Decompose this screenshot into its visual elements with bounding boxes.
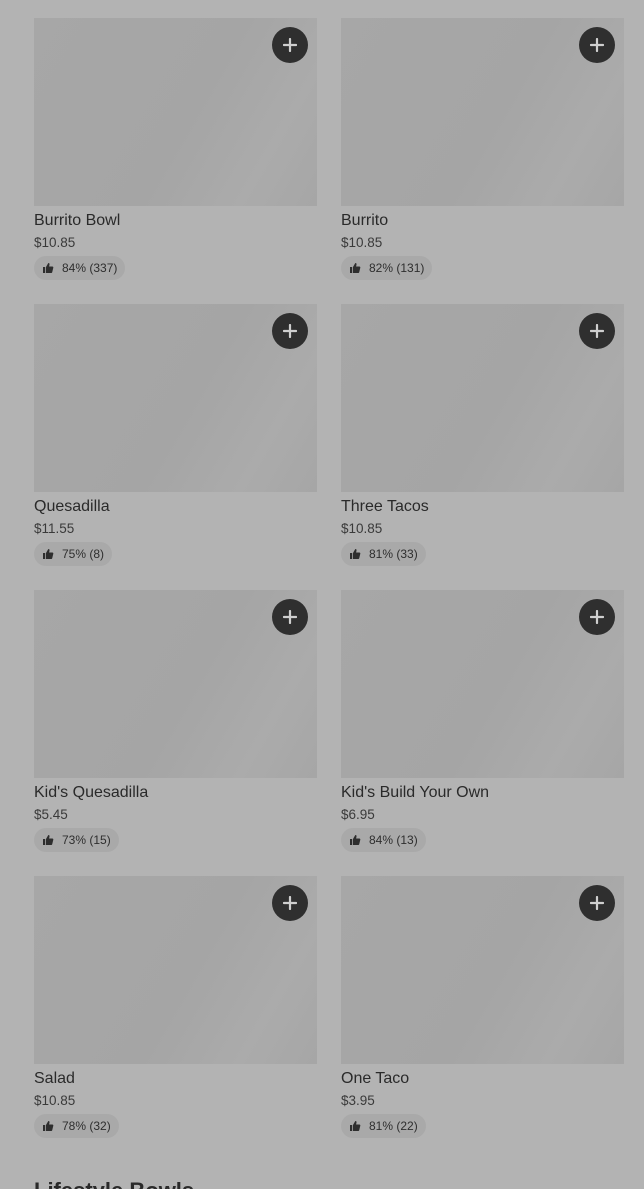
item-price: $10.85 (341, 235, 383, 250)
rating-badge: 73% (15) (34, 828, 119, 852)
rating-text: 78% (32) (62, 1119, 111, 1133)
rating-badge: 84% (13) (341, 828, 426, 852)
menu-item-card[interactable]: Quesadilla $11.55 75% (8) (34, 304, 317, 566)
rating-badge: 84% (337) (34, 256, 126, 280)
rating-badge: 81% (22) (341, 1114, 426, 1138)
item-image (34, 18, 317, 206)
plus-icon (283, 324, 297, 338)
plus-icon (590, 610, 604, 624)
item-price: $10.85 (34, 235, 76, 250)
item-image (34, 304, 317, 492)
thumbs-up-icon (43, 549, 54, 559)
thumbs-up-icon (350, 263, 361, 273)
item-price: $6.95 (341, 807, 375, 822)
item-name: Burrito (341, 212, 389, 229)
item-name: Kid's Quesadilla (34, 784, 149, 801)
item-name: Burrito Bowl (34, 212, 121, 229)
item-price: $10.85 (341, 521, 383, 536)
add-item-button[interactable] (579, 599, 615, 635)
rating-badge: 82% (131) (341, 256, 433, 280)
menu-item-card[interactable]: Kid's Quesadilla $5.45 73% (15) (34, 590, 317, 852)
thumbs-up-icon (350, 1121, 361, 1131)
rating-text: 73% (15) (62, 833, 111, 847)
plus-icon (590, 38, 604, 52)
plus-icon (283, 38, 297, 52)
item-price: $5.45 (34, 807, 68, 822)
item-name: Three Tacos (341, 498, 429, 515)
add-item-button[interactable] (272, 27, 308, 63)
thumbs-up-icon (43, 1121, 54, 1131)
item-image (341, 590, 624, 778)
item-name: Kid's Build Your Own (341, 784, 490, 801)
menu-item-card[interactable]: Salad $10.85 78% (32) (34, 876, 317, 1138)
item-image (34, 590, 317, 778)
item-image (341, 876, 624, 1064)
add-item-button[interactable] (579, 27, 615, 63)
item-name: Salad (34, 1070, 75, 1087)
rating-text: 81% (22) (369, 1119, 418, 1133)
item-price: $11.55 (34, 521, 75, 536)
item-price: $3.95 (341, 1093, 375, 1108)
rating-badge: 75% (8) (34, 542, 113, 566)
plus-icon (590, 896, 604, 910)
section-heading: Lifestyle Bowls (34, 1178, 194, 1189)
thumbs-up-icon (350, 549, 361, 559)
add-item-button[interactable] (272, 313, 308, 349)
thumbs-up-icon (43, 835, 54, 845)
menu-item-card[interactable]: Burrito Bowl $10.85 84% (337) (34, 18, 317, 280)
plus-icon (283, 610, 297, 624)
menu-item-card[interactable]: Three Tacos $10.85 81% (33) (341, 304, 624, 566)
item-image (341, 18, 624, 206)
rating-text: 82% (131) (369, 261, 425, 275)
add-item-button[interactable] (579, 313, 615, 349)
rating-text: 84% (337) (62, 261, 118, 275)
item-name: Quesadilla (34, 498, 110, 515)
rating-badge: 78% (32) (34, 1114, 119, 1138)
menu-page: Burrito Bowl $10.85 84% (337) Burrito $1… (0, 0, 644, 1189)
thumbs-up-icon (43, 263, 54, 273)
rating-text: 75% (8) (62, 547, 105, 561)
menu-item-grid: Burrito Bowl $10.85 84% (337) Burrito $1… (34, 18, 624, 1138)
item-image (34, 876, 317, 1064)
rating-text: 81% (33) (369, 547, 418, 561)
plus-icon (283, 896, 297, 910)
item-name: One Taco (341, 1070, 410, 1087)
plus-icon (590, 324, 604, 338)
menu-item-card[interactable]: One Taco $3.95 81% (22) (341, 876, 624, 1138)
thumbs-up-icon (350, 835, 361, 845)
add-item-button[interactable] (579, 885, 615, 921)
menu-item-card[interactable]: Kid's Build Your Own $6.95 84% (13) (341, 590, 624, 852)
menu-item-card[interactable]: Burrito $10.85 82% (131) (341, 18, 624, 280)
add-item-button[interactable] (272, 885, 308, 921)
item-price: $10.85 (34, 1093, 76, 1108)
rating-text: 84% (13) (369, 833, 418, 847)
rating-badge: 81% (33) (341, 542, 426, 566)
add-item-button[interactable] (272, 599, 308, 635)
item-image (341, 304, 624, 492)
